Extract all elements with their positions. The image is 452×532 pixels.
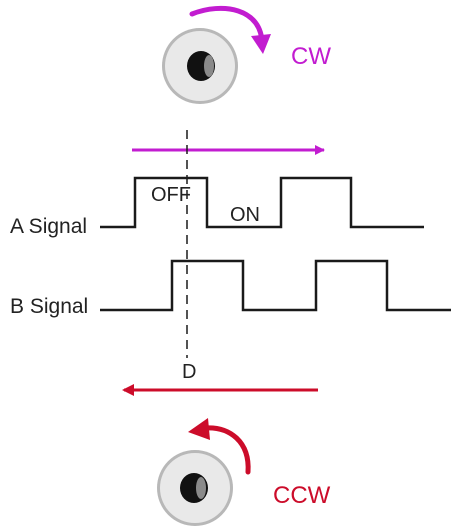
top-knob-icon [162, 28, 238, 104]
on-label: ON [230, 204, 260, 226]
encoder-diagram: CW A Signal OFF ON B Signal D CCW [10, 5, 451, 526]
a-signal-waveform [100, 176, 424, 229]
detent-label: D [182, 361, 196, 383]
b-signal-waveform [100, 259, 451, 312]
off-label: OFF [151, 184, 191, 206]
cw-label: CW [291, 43, 331, 70]
bottom-knob-icon [157, 450, 233, 526]
b-signal-label: B Signal [10, 295, 88, 318]
a-signal-label: A Signal [10, 215, 87, 238]
ccw-label: CCW [273, 482, 331, 509]
